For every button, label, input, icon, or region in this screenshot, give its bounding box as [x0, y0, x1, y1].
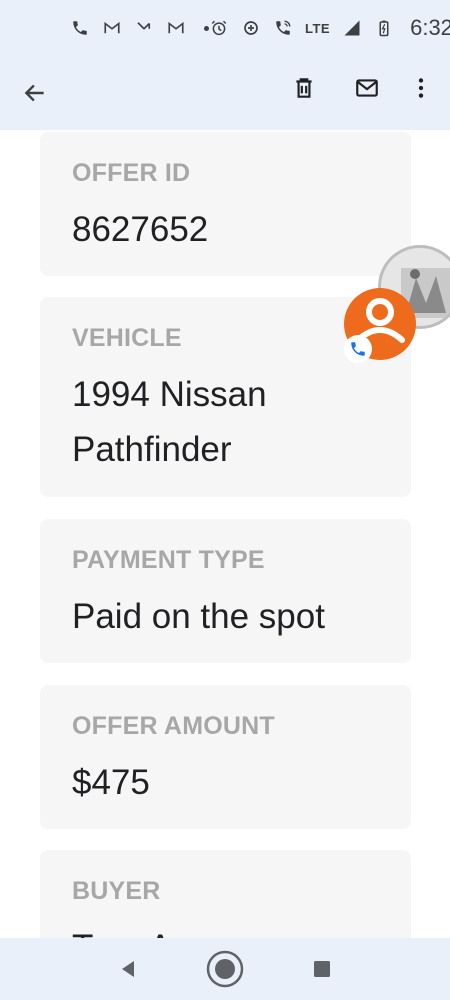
- card-value: Tu... Au...: [72, 920, 391, 938]
- card-label: OFFER AMOUNT: [72, 712, 275, 740]
- status-bar: LTE 6:32: [0, 0, 450, 56]
- nav-home-button[interactable]: [205, 949, 245, 989]
- battery-charging-icon: [374, 18, 394, 38]
- phone-icon: [351, 342, 365, 356]
- wifi-calling-icon: [273, 18, 293, 38]
- gmail-icon: [166, 18, 186, 38]
- card-label: VEHICLE: [72, 324, 182, 352]
- card-value: 8627652: [72, 210, 209, 249]
- signal-icon: [342, 18, 362, 38]
- clock: 6:32: [410, 15, 450, 40]
- nav-back-button[interactable]: [108, 949, 148, 989]
- card-label: BUYER: [72, 877, 161, 905]
- card-label: PAYMENT TYPE: [72, 546, 265, 574]
- card-value: $475: [72, 763, 150, 802]
- back-arrow-icon: [24, 84, 44, 102]
- more-options-button[interactable]: [401, 68, 441, 108]
- app-bar: [0, 56, 450, 130]
- missed-call-icon: [134, 18, 154, 38]
- status-bar-notifications: [70, 18, 209, 38]
- card-value: Paid on the spot: [72, 597, 325, 636]
- more-vert-icon: [418, 78, 424, 98]
- nav-back-icon: [122, 961, 135, 977]
- system-nav-bar: [0, 938, 450, 1000]
- status-bar-system: LTE 6:32: [209, 15, 450, 41]
- nav-recents-button[interactable]: [302, 949, 342, 989]
- buyer-card: BUYER Tu... Au...: [40, 850, 411, 938]
- alarm-icon: [209, 18, 229, 38]
- nav-recents-icon: [313, 961, 330, 977]
- delete-button[interactable]: [284, 68, 324, 108]
- phone-icon: [70, 18, 90, 38]
- payment-type-card: PAYMENT TYPE Paid on the spot: [40, 519, 411, 663]
- mail-icon: [356, 79, 378, 97]
- card-value-line-2: Pathfinder: [72, 430, 232, 469]
- offer-amount-card: OFFER AMOUNT $475: [40, 685, 411, 829]
- offer-id-card: OFFER ID 8627652: [40, 132, 411, 276]
- gmail-icon: [102, 18, 122, 38]
- back-button[interactable]: [15, 73, 55, 113]
- mail-button[interactable]: [347, 68, 387, 108]
- delete-icon: [296, 78, 312, 98]
- offer-details-scroll[interactable]: OFFER ID 8627652 VEHICLE 1994 Nissan Pat…: [0, 130, 450, 938]
- card-label: OFFER ID: [72, 159, 191, 187]
- card-value-line-1: 1994 Nissan: [72, 375, 267, 414]
- data-saver-icon: [241, 18, 261, 38]
- call-badge: [344, 335, 372, 363]
- nav-home-icon: [206, 950, 244, 988]
- network-type: LTE: [305, 20, 331, 36]
